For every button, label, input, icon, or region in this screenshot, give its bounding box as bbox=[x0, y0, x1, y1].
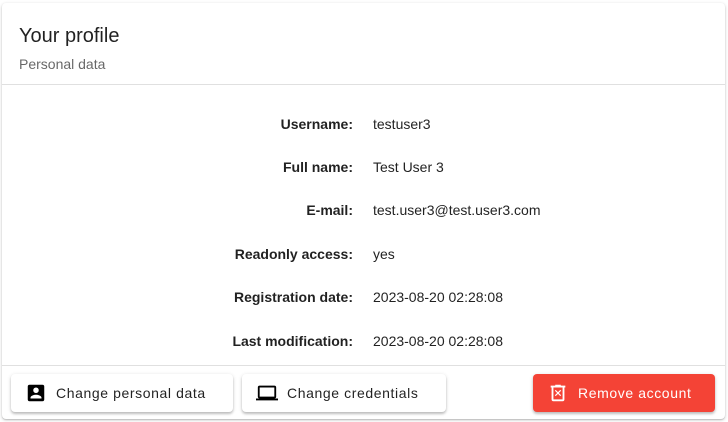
card-header: Your profile Personal data bbox=[2, 3, 725, 85]
remove-account-button[interactable]: Remove account bbox=[533, 374, 715, 412]
info-row-readonly-access: Readonly access: yes bbox=[2, 232, 725, 275]
info-row-last-modification: Last modification: 2023-08-20 02:28:08 bbox=[2, 319, 725, 362]
delete-icon bbox=[547, 382, 569, 404]
change-credentials-button[interactable]: Change credentials bbox=[242, 374, 446, 412]
card-actions: Change personal data Change credentials … bbox=[2, 365, 725, 419]
info-label: Username: bbox=[280, 115, 353, 132]
info-row-full-name: Full name: Test User 3 bbox=[2, 145, 725, 188]
info-value: test.user3@test.user3.com bbox=[373, 202, 541, 219]
profile-details: Username: testuser3 Full name: Test User… bbox=[2, 85, 725, 362]
button-label: Change credentials bbox=[287, 385, 419, 401]
page-subtitle: Personal data bbox=[19, 56, 106, 72]
info-value: testuser3 bbox=[373, 115, 431, 132]
change-personal-data-button[interactable]: Change personal data bbox=[11, 374, 233, 412]
info-row-registration-date: Registration date: 2023-08-20 02:28:08 bbox=[2, 276, 725, 319]
info-value: Test User 3 bbox=[373, 159, 444, 176]
info-row-email: E-mail: test.user3@test.user3.com bbox=[2, 189, 725, 232]
button-label: Remove account bbox=[578, 385, 692, 401]
info-label: Last modification: bbox=[232, 332, 353, 349]
info-label: Registration date: bbox=[233, 289, 353, 306]
profile-card: Your profile Personal data Username: tes… bbox=[2, 3, 725, 419]
page-title: Your profile bbox=[19, 25, 120, 47]
info-value: 2023-08-20 02:28:08 bbox=[373, 289, 503, 306]
info-value: 2023-08-20 02:28:08 bbox=[373, 332, 503, 349]
info-label: Full name: bbox=[282, 159, 353, 176]
info-label: E-mail: bbox=[306, 202, 353, 219]
account-box-icon bbox=[25, 382, 47, 404]
info-row-username: Username: testuser3 bbox=[2, 102, 725, 145]
button-label: Change personal data bbox=[56, 385, 206, 401]
info-value: yes bbox=[373, 245, 395, 262]
info-label: Readonly access: bbox=[234, 245, 353, 262]
laptop-icon bbox=[256, 382, 278, 404]
